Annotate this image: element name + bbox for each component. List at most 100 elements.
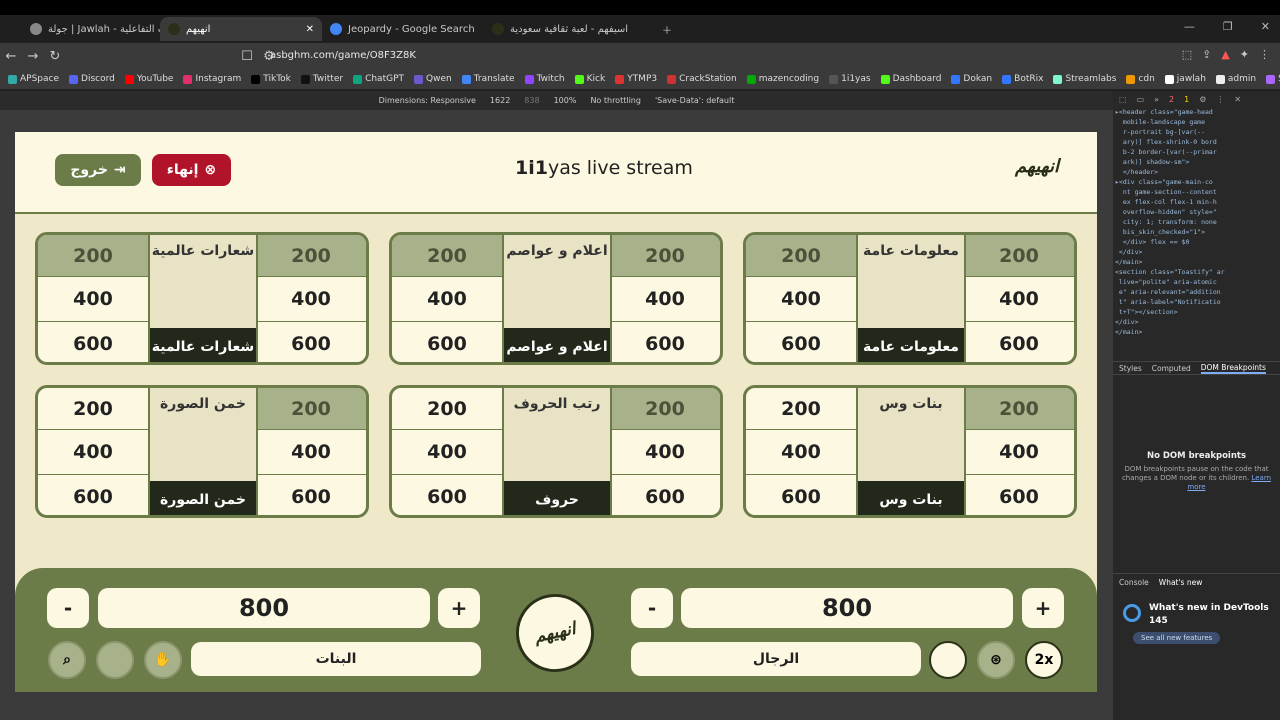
- team2-plus-button[interactable]: +: [1022, 588, 1064, 628]
- double-points-button[interactable]: 2x: [1025, 641, 1063, 679]
- settings-icon[interactable]: ⚙: [1199, 95, 1206, 104]
- question-cell[interactable]: 200: [256, 235, 366, 277]
- tab-console[interactable]: Console: [1119, 578, 1149, 587]
- minimize-icon[interactable]: —: [1184, 20, 1195, 33]
- bookmark-18[interactable]: Streamlabs: [1053, 74, 1116, 84]
- more-tabs-icon[interactable]: »: [1154, 95, 1159, 104]
- question-cell[interactable]: 600: [256, 322, 366, 362]
- team1-plus-button[interactable]: +: [438, 588, 480, 628]
- question-cell[interactable]: 600: [392, 475, 502, 515]
- tab-whats-new[interactable]: What's new: [1159, 578, 1203, 587]
- forward-icon[interactable]: →: [22, 49, 44, 64]
- question-cell[interactable]: 400: [256, 430, 366, 475]
- question-cell[interactable]: 400: [746, 430, 856, 475]
- width-input[interactable]: 1622: [490, 96, 510, 105]
- blank-circle-button[interactable]: [929, 641, 967, 679]
- question-cell[interactable]: 400: [38, 277, 148, 322]
- brave-icon[interactable]: ▲: [1221, 48, 1229, 61]
- question-cell[interactable]: 200: [38, 235, 148, 277]
- close-window-icon[interactable]: ✕: [1261, 20, 1270, 33]
- question-cell[interactable]: 400: [964, 430, 1074, 475]
- see-all-button[interactable]: See all new features: [1133, 632, 1221, 644]
- exit-button[interactable]: خروج ⇥: [55, 154, 141, 186]
- question-cell[interactable]: 600: [38, 322, 148, 362]
- question-cell[interactable]: 600: [38, 475, 148, 515]
- bookmark-12[interactable]: CrackStation: [667, 74, 737, 84]
- question-cell[interactable]: 200: [746, 235, 856, 277]
- close-tab-icon[interactable]: ✕: [306, 24, 314, 35]
- browser-tab-active[interactable]: انهيهم ✕: [160, 17, 322, 41]
- menu-icon[interactable]: ⋮: [1259, 48, 1270, 61]
- bookmark-22[interactable]: Spacemail: [1266, 74, 1280, 84]
- device-icon[interactable]: ▭: [1137, 95, 1145, 104]
- puzzle-icon[interactable]: ✦: [1240, 48, 1249, 61]
- bookmark-13[interactable]: mazencoding: [746, 74, 819, 84]
- question-cell[interactable]: 200: [746, 388, 856, 430]
- question-cell[interactable]: 200: [610, 235, 720, 277]
- bookmark-2[interactable]: YouTube: [124, 74, 173, 84]
- bookmark-14[interactable]: 1i1yas: [829, 74, 871, 84]
- wheel-icon[interactable]: ⊛: [977, 641, 1015, 679]
- question-cell[interactable]: 400: [746, 277, 856, 322]
- question-cell[interactable]: 600: [392, 322, 502, 362]
- question-cell[interactable]: 400: [392, 430, 502, 475]
- question-cell[interactable]: 600: [610, 322, 720, 362]
- height-input[interactable]: 838: [524, 96, 539, 105]
- url-field[interactable]: asbghm.com/game/O8F3Z8K: [270, 50, 416, 61]
- zoom-select[interactable]: 100%: [554, 96, 577, 105]
- share-icon[interactable]: ⇪: [1202, 48, 1211, 61]
- question-cell[interactable]: 200: [38, 388, 148, 430]
- back-icon[interactable]: ←: [0, 49, 22, 64]
- extension-icon[interactable]: ⬚: [1182, 48, 1192, 61]
- team1-minus-button[interactable]: -: [47, 588, 89, 628]
- bookmark-21[interactable]: admin: [1215, 74, 1256, 84]
- bookmark-10[interactable]: Kick: [574, 74, 605, 84]
- end-game-button[interactable]: إنهاء ⊗: [152, 154, 231, 186]
- tab-styles[interactable]: Styles: [1119, 364, 1142, 373]
- new-tab-button[interactable]: ＋: [654, 17, 680, 41]
- throttle-select[interactable]: No throttling: [590, 96, 641, 105]
- warning-count[interactable]: 1: [1184, 95, 1189, 104]
- question-cell[interactable]: 600: [256, 475, 366, 515]
- bookmark-9[interactable]: Twitch: [524, 74, 565, 84]
- question-cell[interactable]: 600: [964, 475, 1074, 515]
- dimensions-select[interactable]: Dimensions: Responsive: [379, 96, 476, 105]
- question-cell[interactable]: 400: [610, 430, 720, 475]
- inspect-icon[interactable]: ⬚: [1119, 95, 1127, 104]
- bookmark-19[interactable]: cdn: [1126, 74, 1155, 84]
- bookmark-1[interactable]: Discord: [69, 74, 115, 84]
- bookmark-11[interactable]: YTMP3: [615, 74, 657, 84]
- question-cell[interactable]: 200: [610, 388, 720, 430]
- question-cell[interactable]: 600: [964, 322, 1074, 362]
- question-cell[interactable]: 600: [610, 475, 720, 515]
- bookmark-5[interactable]: Twitter: [300, 74, 343, 84]
- error-count[interactable]: 2: [1169, 95, 1174, 104]
- bookmark-6[interactable]: ChatGPT: [353, 74, 404, 84]
- hand-icon[interactable]: ✋: [144, 641, 182, 679]
- bookmark-0[interactable]: APSpace: [8, 74, 59, 84]
- team2-minus-button[interactable]: -: [631, 588, 673, 628]
- browser-tab-google[interactable]: Jeopardy - Google Search: [322, 17, 484, 41]
- search-icon[interactable]: ⌕: [48, 641, 86, 679]
- browser-tab-jawlah[interactable]: جولة | Jawlah - منصة الألعاب التفاعلية: [0, 17, 160, 41]
- question-cell[interactable]: 200: [964, 388, 1074, 430]
- savedata-select[interactable]: 'Save-Data': default: [655, 96, 734, 105]
- question-cell[interactable]: 400: [256, 277, 366, 322]
- bookmark-8[interactable]: Translate: [461, 74, 515, 84]
- bookmark-3[interactable]: Instagram: [183, 74, 241, 84]
- question-cell[interactable]: 600: [746, 322, 856, 362]
- close-devtools-icon[interactable]: ✕: [1234, 95, 1241, 104]
- question-cell[interactable]: 400: [610, 277, 720, 322]
- question-cell[interactable]: 200: [392, 235, 502, 277]
- bookmark-20[interactable]: jawlah: [1164, 74, 1206, 84]
- question-cell[interactable]: 400: [38, 430, 148, 475]
- tab-computed[interactable]: Computed: [1152, 364, 1191, 373]
- bookmark-4[interactable]: TikTok: [251, 74, 291, 84]
- kebab-icon[interactable]: ⋮: [1216, 95, 1224, 104]
- reload-icon[interactable]: ↻: [44, 49, 66, 64]
- bookmark-15[interactable]: Dashboard: [880, 74, 941, 84]
- question-cell[interactable]: 600: [746, 475, 856, 515]
- bookmark-7[interactable]: Qwen: [414, 74, 452, 84]
- bookmark-17[interactable]: BotRix: [1002, 74, 1043, 84]
- blank-power-button[interactable]: [96, 641, 134, 679]
